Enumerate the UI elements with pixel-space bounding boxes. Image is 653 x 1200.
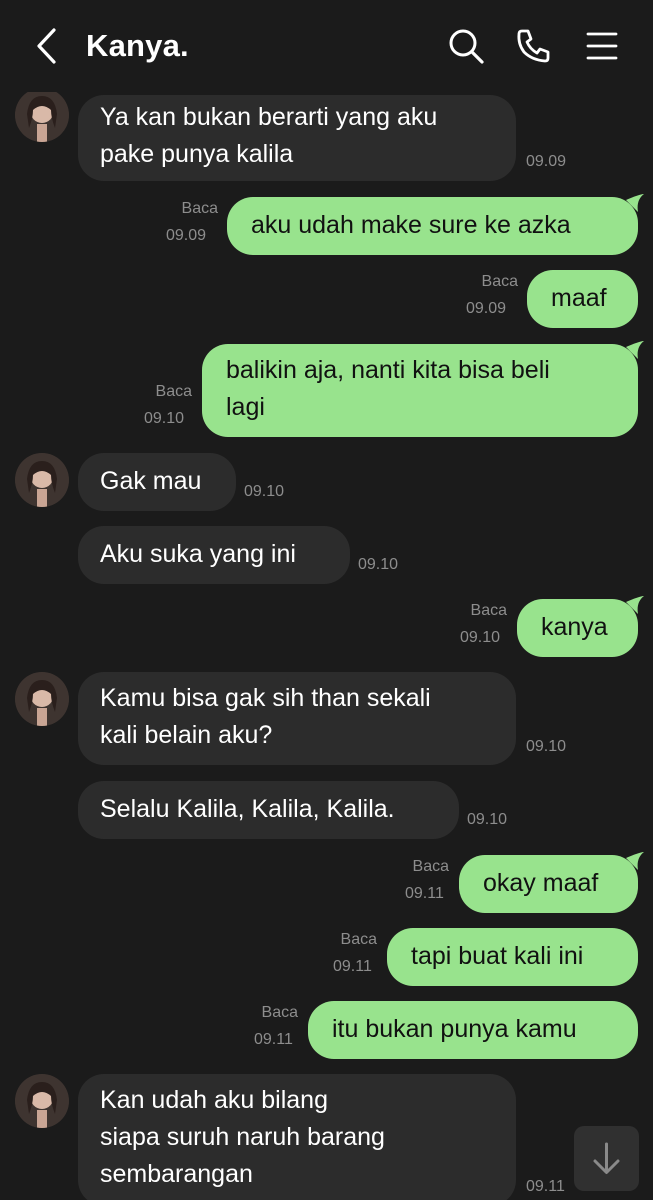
contact-avatar[interactable] (15, 672, 69, 726)
message-bubble-incoming[interactable]: Ya kan bukan berarti yang aku pake punya… (78, 95, 516, 181)
message-time: 09.11 (333, 958, 372, 975)
contact-avatar[interactable] (15, 453, 69, 507)
message-bubble-outgoing[interactable]: okay maaf (459, 855, 638, 913)
message-time: 09.10 (467, 811, 508, 828)
bubble-tail (626, 596, 644, 614)
message-bubble-outgoing[interactable]: balikin aja, nanti kita bisa beli lagi (202, 344, 638, 437)
message-bubble-incoming[interactable]: Selalu Kalila, Kalila, Kalila. (78, 781, 459, 839)
message-bubble-outgoing[interactable]: tapi buat kali ini (387, 928, 638, 986)
message-time: 09.10 (526, 738, 567, 755)
message-text: aku udah make sure ke azka (251, 211, 571, 239)
message-bubble-incoming[interactable]: Aku suka yang ini (78, 526, 350, 584)
contact-avatar[interactable] (15, 88, 69, 142)
message-bubble-incoming[interactable]: Kan udah aku bilang siapa suruh naruh ba… (78, 1074, 516, 1200)
message-text: tapi buat kali ini (411, 942, 584, 970)
chat-area: Ya kan bukan berarti yang aku pake punya… (0, 0, 653, 1200)
contact-name[interactable]: Kanya. (86, 28, 189, 64)
search-icon[interactable] (444, 24, 488, 68)
message-time: 09.11 (254, 1031, 293, 1048)
message-text: Ya kan bukan berarti yang aku (100, 103, 438, 131)
message-text: balikin aja, nanti kita bisa beli (226, 356, 550, 384)
read-status: Baca (181, 200, 218, 217)
message-bubble-incoming[interactable]: Gak mau (78, 453, 236, 511)
message-time: 09.10 (144, 410, 185, 427)
read-status: Baca (470, 602, 507, 619)
message-text: kali belain aku? (100, 721, 273, 749)
message-text: siapa suruh naruh barang (100, 1123, 385, 1151)
message-text: kanya (541, 613, 608, 641)
message-bubble-incoming[interactable]: Kamu bisa gak sih than sekali kali belai… (78, 672, 516, 765)
message-bubble-outgoing[interactable]: maaf (527, 270, 638, 328)
read-status: Baca (481, 273, 518, 290)
read-status: Baca (412, 858, 449, 875)
message-text: Gak mau (100, 467, 202, 495)
read-status: Baca (261, 1004, 298, 1021)
message-time: 09.09 (466, 300, 507, 317)
message-text: Kan udah aku bilang (100, 1086, 328, 1114)
bubble-tail (626, 341, 644, 359)
message-text: maaf (551, 284, 607, 312)
message-time: 09.10 (244, 483, 285, 500)
scroll-to-bottom-button[interactable] (574, 1126, 639, 1191)
chevron-left-icon[interactable] (30, 26, 64, 66)
bubble-tail (626, 194, 644, 212)
message-text: pake punya kalila (100, 140, 294, 168)
message-text: sembarangan (100, 1160, 253, 1188)
message-bubble-outgoing[interactable]: aku udah make sure ke azka (227, 197, 638, 255)
message-time: 09.09 (166, 227, 207, 244)
message-text: Selalu Kalila, Kalila, Kalila. (100, 795, 395, 823)
contact-avatar[interactable] (15, 1074, 69, 1128)
arrow-down-icon (593, 1142, 620, 1174)
message-text: itu bukan punya kamu (332, 1015, 577, 1043)
message-time: 09.11 (526, 1178, 565, 1195)
hamburger-menu-icon[interactable] (580, 24, 624, 68)
message-text: okay maaf (483, 869, 599, 897)
bubble-tail (626, 852, 644, 870)
message-time: 09.10 (460, 629, 501, 646)
message-time: 09.10 (358, 556, 399, 573)
message-bubble-outgoing[interactable]: kanya (517, 599, 638, 657)
message-bubble-outgoing[interactable]: itu bukan punya kamu (308, 1001, 638, 1059)
message-time: 09.09 (526, 153, 567, 170)
phone-icon[interactable] (512, 24, 556, 68)
message-time: 09.11 (405, 885, 444, 902)
chat-header: Kanya. (0, 0, 653, 92)
message-text: lagi (226, 393, 265, 421)
message-text: Aku suka yang ini (100, 540, 296, 568)
read-status: Baca (155, 383, 192, 400)
read-status: Baca (340, 931, 377, 948)
message-text: Kamu bisa gak sih than sekali (100, 684, 431, 712)
